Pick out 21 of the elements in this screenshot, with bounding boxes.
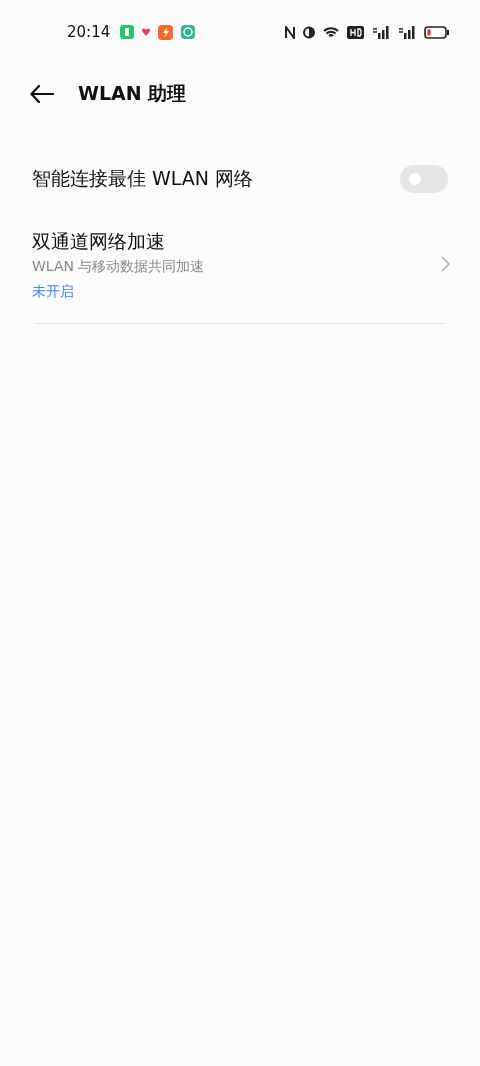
- setting-row[interactable]: 双通道网络加速 WLAN 与移动数据共同加速 未开启: [0, 214, 480, 323]
- setting-description: WLAN 与移动数据共同加速: [32, 258, 205, 276]
- signal-icon: [372, 25, 390, 39]
- app-notification-icon: [120, 25, 135, 39]
- status-time: 20:14: [67, 23, 111, 41]
- setting-label: 智能连接最佳 WLAN 网络: [32, 166, 254, 191]
- app-notification-icon: [181, 25, 196, 39]
- chevron-right-icon: [441, 255, 450, 272]
- hd-icon: [347, 25, 364, 39]
- toggle-switch[interactable]: [400, 165, 448, 193]
- setting-label: 双通道网络加速: [32, 229, 166, 254]
- back-icon[interactable]: [30, 85, 54, 103]
- nfc-icon: [285, 25, 295, 39]
- battery-icon: [424, 25, 450, 39]
- setting-status: 未开启: [32, 283, 75, 301]
- page-title: WLAN 助理: [78, 81, 187, 106]
- setting-row[interactable]: 智能连接最佳 WLAN 网络: [0, 144, 480, 214]
- signal-icon: [398, 25, 416, 39]
- wifi-icon: [323, 25, 339, 39]
- app-notification-icon: [142, 28, 151, 36]
- app-notification-icon: [158, 24, 174, 40]
